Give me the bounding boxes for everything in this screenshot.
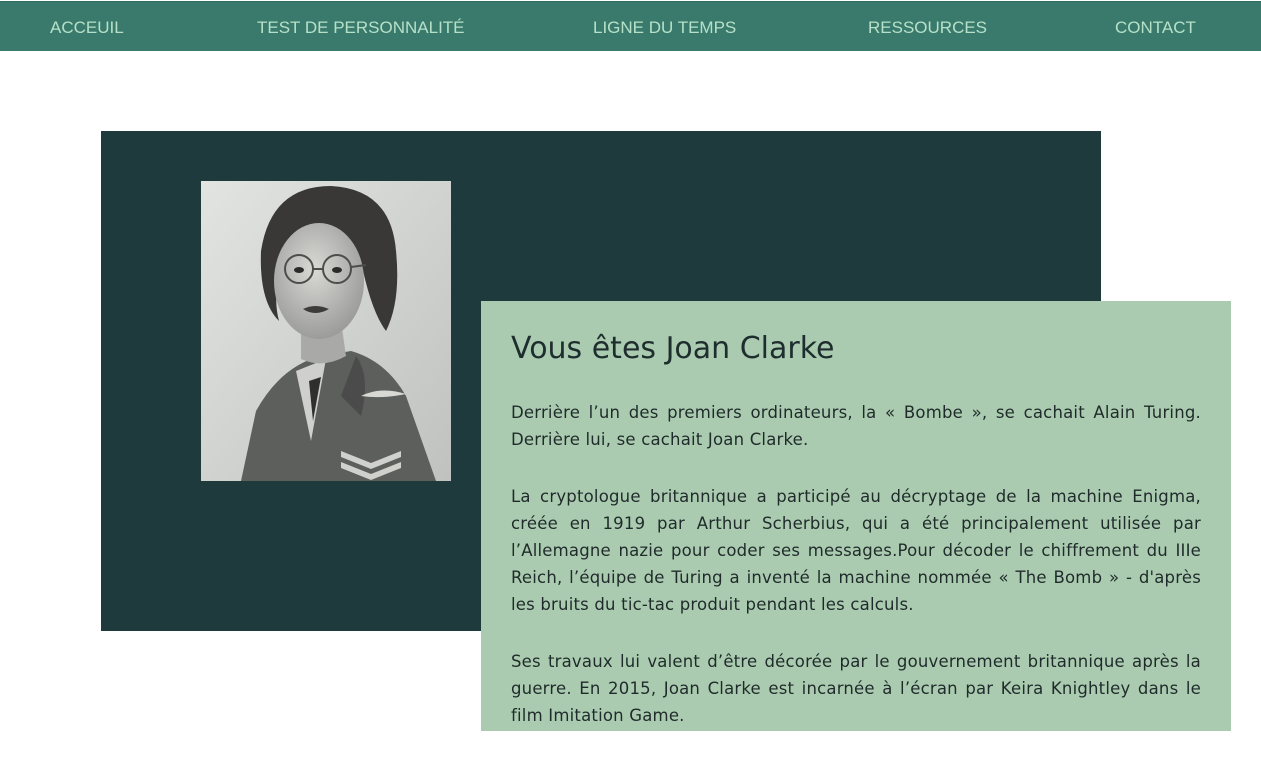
nav-item-test-de-personnalite[interactable]: TEST DE PERSONNALITÉ bbox=[257, 2, 465, 52]
top-navigation: ACCEUIL TEST DE PERSONNALITÉ LIGNE DU TE… bbox=[0, 1, 1261, 51]
biography-paragraph-3: Ses travaux lui valent d’être décorée pa… bbox=[511, 652, 1201, 725]
nav-item-contact[interactable]: CONTACT bbox=[1115, 2, 1196, 52]
biography-card: Vous êtes Joan Clarke Derrière l’un des … bbox=[481, 301, 1231, 731]
biography-paragraph-2: La cryptologue britannique a participé a… bbox=[511, 487, 1201, 614]
nav-item-ressources[interactable]: RESSOURCES bbox=[868, 2, 987, 52]
nav-item-acceuil[interactable]: ACCEUIL bbox=[50, 2, 124, 52]
portrait-icon bbox=[201, 181, 451, 481]
biography-paragraph-1: Derrière l’un des premiers ordinateurs, … bbox=[511, 403, 1201, 449]
portrait-photo bbox=[201, 181, 451, 481]
nav-item-ligne-du-temps[interactable]: LIGNE DU TEMPS bbox=[593, 2, 736, 52]
biography-title: Vous êtes Joan Clarke bbox=[511, 331, 835, 366]
